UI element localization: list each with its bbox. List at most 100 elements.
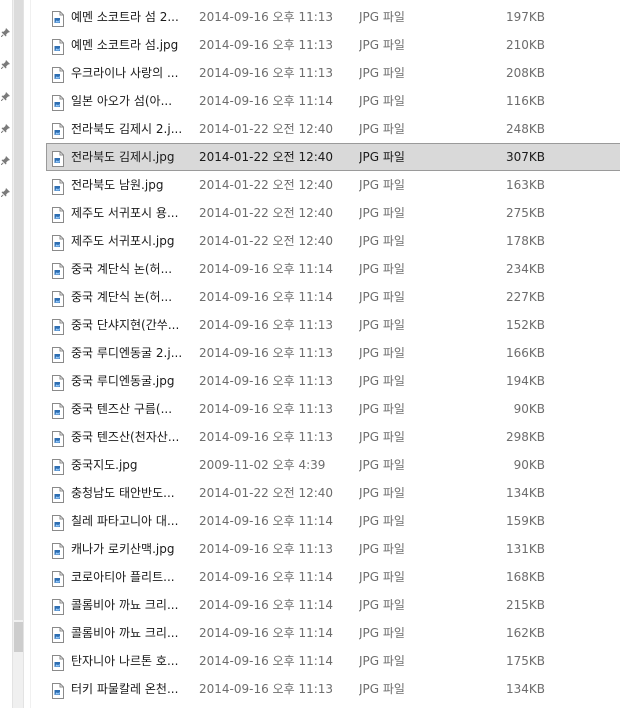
pin-icon[interactable]: [0, 90, 10, 102]
pin-icon[interactable]: [0, 186, 10, 198]
file-name: 코로아티아 플리트...: [71, 570, 175, 584]
jpg-file-icon: [51, 569, 65, 587]
date-modified: 2014-01-22 오전 12:40: [199, 178, 334, 192]
file-type: JPG 파일: [359, 346, 405, 360]
navigation-pane: [0, 0, 12, 708]
scrollbar-track-segment[interactable]: [14, 622, 23, 652]
file-name: 우크라이나 사랑의 ...: [71, 66, 179, 80]
jpg-file-icon: [51, 65, 65, 83]
file-name: 중국 루디엔동굴.jpg: [71, 374, 175, 388]
date-modified: 2014-09-16 오후 11:13: [199, 430, 334, 444]
file-type: JPG 파일: [359, 262, 405, 276]
file-row[interactable]: 캐나가 로키산맥.jpg 2014-09-16 오후 11:13 JPG 파일 131…: [30, 535, 620, 563]
file-row[interactable]: 칠레 파타고니아 대... 2014-09-16 오후 11:14 JPG 파일 15…: [30, 507, 620, 535]
file-row[interactable]: 콜롬비아 까뇨 크리... 2014-09-16 오후 11:14 JPG 파일 16…: [30, 619, 620, 647]
file-size: 234KB: [505, 262, 545, 276]
file-size: 227KB: [505, 290, 545, 304]
file-row[interactable]: 코로아티아 플리트... 2014-09-16 오후 11:14 JPG 파일 168…: [30, 563, 620, 591]
file-name: 중국지도.jpg: [71, 458, 138, 472]
file-name: 중국 단샤지현(간쑤...: [71, 318, 180, 332]
date-modified: 2014-09-16 오후 11:13: [199, 66, 334, 80]
jpg-file-icon: [51, 429, 65, 447]
file-name: 캐나가 로키산맥.jpg: [71, 542, 175, 556]
jpg-file-icon: [51, 205, 65, 223]
file-size: 152KB: [505, 318, 545, 332]
file-row[interactable]: 중국 단샤지현(간쑤... 2014-09-16 오후 11:13 JPG 파일 15…: [30, 311, 620, 339]
file-size: 194KB: [505, 374, 545, 388]
file-type: JPG 파일: [359, 122, 405, 136]
jpg-file-icon: [51, 373, 65, 391]
pin-icon[interactable]: [0, 154, 10, 166]
file-size: 134KB: [505, 486, 545, 500]
file-row[interactable]: 예멘 소코트라 섬.jpg 2014-09-16 오후 11:13 JPG 파일 21…: [30, 31, 620, 59]
file-row[interactable]: 중국 텐즈산(천자산... 2014-09-16 오후 11:13 JPG 파일 29…: [30, 423, 620, 451]
file-type: JPG 파일: [359, 458, 405, 472]
file-type: JPG 파일: [359, 570, 405, 584]
file-type: JPG 파일: [359, 514, 405, 528]
pin-icon[interactable]: [0, 122, 10, 134]
date-modified: 2014-01-22 오전 12:40: [199, 122, 334, 136]
file-row[interactable]: 일본 아오가 섬(아... 2014-09-16 오후 11:14 JPG 파일 11…: [30, 87, 620, 115]
file-type: JPG 파일: [359, 66, 405, 80]
file-size: 298KB: [505, 430, 545, 444]
jpg-file-icon: [51, 177, 65, 195]
file-row[interactable]: 중국지도.jpg 2009-11-02 오후 4:39 JPG 파일 90KB: [30, 451, 620, 479]
jpg-file-icon: [51, 9, 65, 27]
file-row[interactable]: 충청남도 태안반도... 2014-01-22 오전 12:40 JPG 파일 134…: [30, 479, 620, 507]
file-type: JPG 파일: [359, 598, 405, 612]
file-size: 162KB: [505, 626, 545, 640]
file-size: 178KB: [505, 234, 545, 248]
date-modified: 2014-09-16 오후 11:13: [199, 374, 334, 388]
navigation-pane-scrollbar[interactable]: [12, 0, 24, 708]
file-size: 208KB: [505, 66, 545, 80]
date-modified: 2014-09-16 오후 11:14: [199, 598, 334, 612]
file-type: JPG 파일: [359, 150, 405, 164]
date-modified: 2014-09-16 오후 11:13: [199, 346, 334, 360]
file-row[interactable]: 콜롬비아 까뇨 크리... 2014-09-16 오후 11:14 JPG 파일 21…: [30, 591, 620, 619]
file-row[interactable]: 제주도 서귀포시 용... 2014-01-22 오전 12:40 JPG 파일 27…: [30, 199, 620, 227]
file-row[interactable]: 중국 텐즈산 구름(... 2014-09-16 오후 11:13 JPG 파일 90…: [30, 395, 620, 423]
file-name: 예멘 소코트라 섬 2...: [71, 10, 179, 24]
file-row[interactable]: 전라북도 남원.jpg 2014-01-22 오전 12:40 JPG 파일 163K…: [30, 171, 620, 199]
file-row[interactable]: 전라북도 김제시.jpg 2014-01-22 오전 12:40 JPG 파일 307…: [30, 143, 620, 171]
file-name: 예멘 소코트라 섬.jpg: [71, 38, 179, 52]
file-size: 248KB: [505, 122, 545, 136]
file-row[interactable]: 제주도 서귀포시.jpg 2014-01-22 오전 12:40 JPG 파일 178…: [30, 227, 620, 255]
pin-icon[interactable]: [0, 26, 10, 38]
file-row[interactable]: 중국 루디엔동굴 2.j... 2014-09-16 오후 11:13 JPG 파일…: [30, 339, 620, 367]
file-row[interactable]: 중국 루디엔동굴.jpg 2014-09-16 오후 11:13 JPG 파일 194…: [30, 367, 620, 395]
file-name: 칠레 파타고니아 대...: [71, 514, 179, 528]
file-name: 중국 텐즈산(천자산...: [71, 430, 180, 444]
jpg-file-icon: [51, 261, 65, 279]
file-row[interactable]: 전라북도 김제시 2.j... 2014-01-22 오전 12:40 JPG 파일…: [30, 115, 620, 143]
file-row[interactable]: 중국 계단식 논(허... 2014-09-16 오후 11:14 JPG 파일 22…: [30, 283, 620, 311]
file-type: JPG 파일: [359, 318, 405, 332]
file-size: 175KB: [505, 654, 545, 668]
file-type: JPG 파일: [359, 654, 405, 668]
jpg-file-icon: [51, 317, 65, 335]
date-modified: 2014-01-22 오전 12:40: [199, 206, 334, 220]
file-name: 콜롬비아 까뇨 크리...: [71, 626, 179, 640]
jpg-file-icon: [51, 625, 65, 643]
jpg-file-icon: [51, 37, 65, 55]
file-row[interactable]: 예멘 소코트라 섬 2... 2014-09-16 오후 11:13 JPG 파일 1…: [30, 3, 620, 31]
file-row[interactable]: 우크라이나 사랑의 ... 2014-09-16 오후 11:13 JPG 파일 20…: [30, 59, 620, 87]
file-size: 90KB: [513, 402, 545, 416]
date-modified: 2009-11-02 오후 4:39: [199, 458, 326, 472]
file-size: 210KB: [505, 38, 545, 52]
file-type: JPG 파일: [359, 38, 405, 52]
date-modified: 2014-09-16 오후 11:13: [199, 402, 334, 416]
file-name: 터키 파물칼레 온천...: [71, 682, 179, 696]
file-type: JPG 파일: [359, 374, 405, 388]
file-size: 215KB: [505, 598, 545, 612]
date-modified: 2014-09-16 오후 11:14: [199, 290, 334, 304]
file-row[interactable]: 중국 계단식 논(허... 2014-09-16 오후 11:14 JPG 파일 23…: [30, 255, 620, 283]
file-size: 307KB: [505, 150, 545, 164]
file-name: 중국 계단식 논(허...: [71, 290, 173, 304]
file-name: 중국 계단식 논(허...: [71, 262, 173, 276]
file-row[interactable]: 탄자니아 나르톤 호... 2014-09-16 오후 11:14 JPG 파일 17…: [30, 647, 620, 675]
pin-icon[interactable]: [0, 58, 10, 70]
file-name: 중국 텐즈산 구름(...: [71, 402, 173, 416]
file-row[interactable]: 터키 파물칼레 온천... 2014-09-16 오후 11:13 JPG 파일 13…: [30, 675, 620, 703]
scrollbar-thumb[interactable]: [14, 0, 23, 620]
